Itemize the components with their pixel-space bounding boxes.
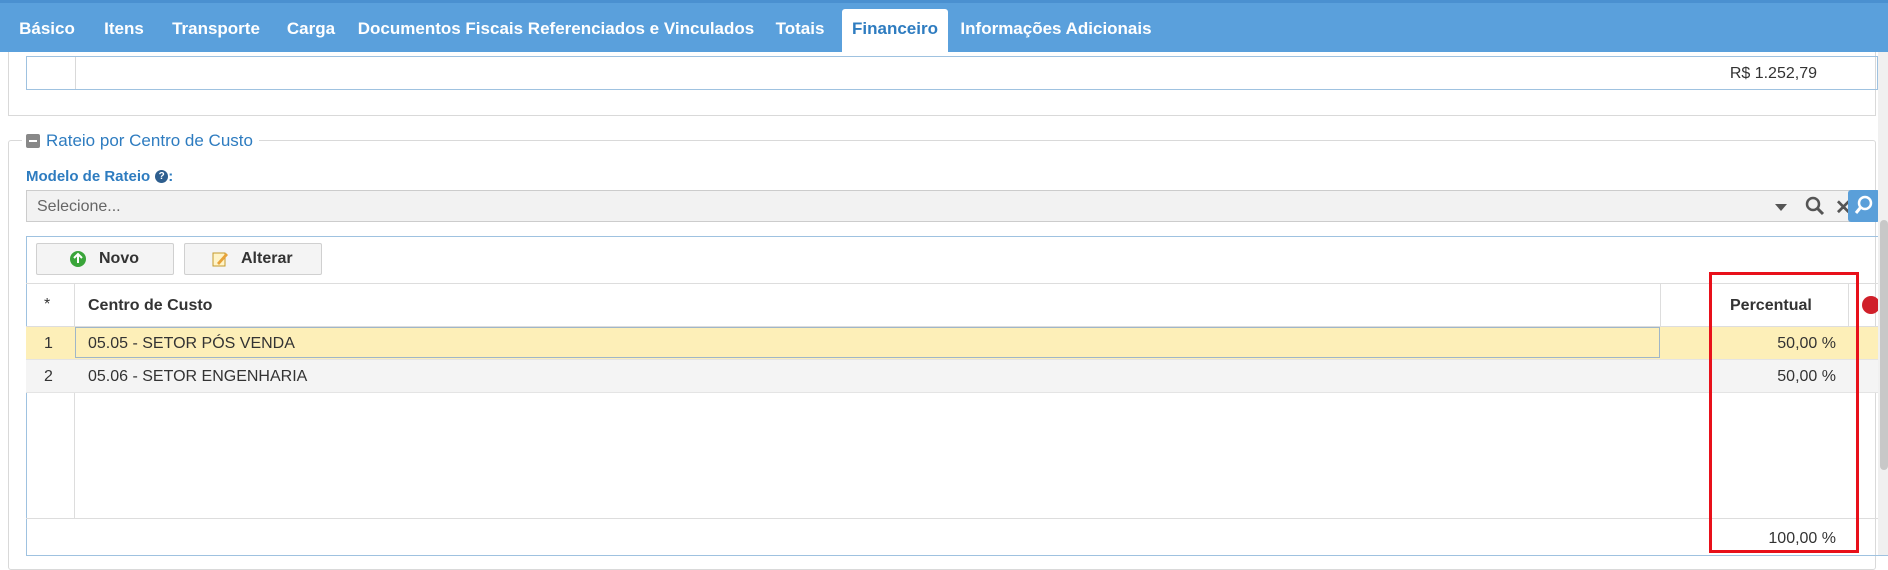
grid-footer: 100,00 % [26,518,1888,556]
magnifier-icon [1854,195,1873,214]
centro-de-custo-column-header[interactable]: Centro de Custo [88,297,212,315]
tab-transporte[interactable]: Transporte [166,9,266,49]
tab-bar: Básico Itens Transporte Carga Documentos… [0,0,1888,55]
previous-grid-footer: R$ 1.252,79 [26,56,1878,90]
previous-grid-total: R$ 1.252,79 [1729,65,1817,82]
column-divider [1660,283,1661,327]
row-centro-de-custo: 05.06 - SETOR ENGENHARIA [88,368,308,385]
column-divider [74,283,75,518]
add-icon [70,251,86,267]
modelo-rateio-label-text: Modelo de Rateio [26,168,151,185]
table-row[interactable]: 2 05.06 - SETOR ENGENHARIA 50,00 % [26,360,1888,393]
row-index: 1 [44,335,53,352]
tab-financeiro[interactable]: Financeiro [842,9,948,55]
novo-label: Novo [99,250,139,267]
lookup-button[interactable] [1848,190,1880,222]
tab-informacoes-adicionais[interactable]: Informações Adicionais [960,9,1152,49]
collapse-icon[interactable] [26,134,40,148]
alterar-button[interactable]: Alterar [184,243,322,275]
highlight-box [1709,272,1859,553]
column-divider [75,57,76,89]
section-legend[interactable]: Rateio por Centro de Custo [22,130,259,152]
section-title: Rateio por Centro de Custo [46,131,253,150]
modelo-rateio-label: Modelo de Rateio ? : [26,168,173,185]
row-centro-de-custo: 05.05 - SETOR PÓS VENDA [88,335,295,352]
help-icon[interactable]: ? [155,170,169,183]
table-row[interactable]: 1 05.05 - SETOR PÓS VENDA 50,00 % [26,327,1888,360]
grid-header: * Centro de Custo Percentual [26,283,1888,327]
index-column-header: * [44,296,51,313]
select-placeholder: Selecione... [37,198,121,215]
tab-totais[interactable]: Totais [770,9,830,49]
novo-button[interactable]: Novo [36,243,174,275]
tab-carga[interactable]: Carga [280,9,342,49]
search-icon[interactable] [1805,196,1825,216]
scrollbar-thumb[interactable] [1880,220,1888,470]
modelo-rateio-colon: : [168,168,174,185]
tab-itens[interactable]: Itens [96,9,152,49]
row-index: 2 [44,368,53,385]
tab-documentos-fiscais[interactable]: Documentos Fiscais Referenciados e Vincu… [356,9,756,49]
edit-icon [212,252,228,267]
tab-basico[interactable]: Básico [12,9,82,49]
selected-cell[interactable] [75,327,1660,358]
alterar-label: Alterar [241,250,293,267]
chevron-down-icon[interactable] [1775,204,1787,211]
modelo-rateio-select[interactable]: Selecione... ✕ [26,190,1858,222]
